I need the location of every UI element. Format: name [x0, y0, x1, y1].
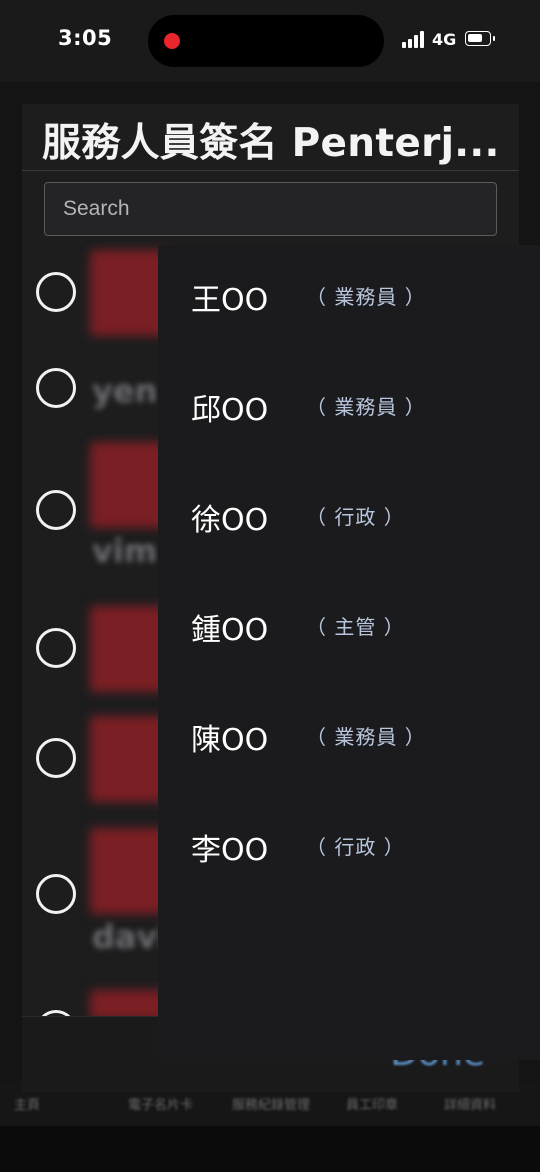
staff-name: 鍾OO: [191, 613, 269, 648]
title-divider: [22, 170, 519, 171]
select-radio[interactable]: [36, 628, 76, 668]
select-radio[interactable]: [36, 490, 76, 530]
staff-option[interactable]: 李OO （ 行政 ）: [158, 795, 540, 905]
dynamic-island: [148, 15, 384, 67]
tab-staff-seal[interactable]: 員工印章: [346, 1094, 398, 1113]
staff-option[interactable]: 王OO （ 業務員 ）: [158, 245, 540, 355]
staff-option[interactable]: 徐OO （ 行政 ）: [158, 465, 540, 575]
status-time: 3:05: [58, 26, 113, 50]
underlying-name: vim: [92, 532, 158, 570]
tab-business-card[interactable]: 電子名片卡: [128, 1094, 193, 1113]
select-radio[interactable]: [36, 874, 76, 914]
staff-role: （ 業務員 ）: [306, 285, 426, 309]
staff-picker-popup: 王OO （ 業務員 ） 邱OO （ 業務員 ） 徐OO （ 行政 ） 鍾OO （…: [158, 245, 540, 1060]
staff-option[interactable]: 鍾OO （ 主管 ）: [158, 575, 540, 685]
underlying-name: davi: [92, 918, 169, 956]
staff-role: （ 行政 ）: [306, 835, 405, 859]
battery-icon: [465, 31, 495, 46]
staff-name: 王OO: [191, 283, 269, 318]
search-box[interactable]: [44, 182, 497, 236]
staff-name: 陳OO: [191, 723, 269, 758]
modal-title: 服務人員簽名 Penterj...: [42, 121, 500, 166]
cellular-signal-icon: [402, 31, 428, 48]
select-radio[interactable]: [36, 368, 76, 408]
status-bar: 3:05 4G: [0, 0, 540, 82]
select-radio[interactable]: [36, 272, 76, 312]
staff-role: （ 行政 ）: [306, 505, 405, 529]
staff-role: （ 主管 ）: [306, 615, 405, 639]
tab-details[interactable]: 詳細資料: [444, 1094, 496, 1113]
staff-option[interactable]: 邱OO （ 業務員 ）: [158, 355, 540, 465]
staff-name: 徐OO: [191, 503, 269, 538]
search-input[interactable]: [45, 183, 496, 235]
home-indicator-area: [0, 1126, 540, 1172]
tab-home[interactable]: 主頁: [14, 1094, 40, 1113]
tab-service-records[interactable]: 服務紀錄管理: [232, 1094, 310, 1113]
staff-option[interactable]: 陳OO （ 業務員 ）: [158, 685, 540, 795]
select-radio[interactable]: [36, 738, 76, 778]
recording-indicator-icon: [164, 33, 180, 49]
staff-role: （ 業務員 ）: [306, 395, 426, 419]
staff-role: （ 業務員 ）: [306, 725, 426, 749]
network-type: 4G: [432, 30, 457, 49]
staff-name: 邱OO: [191, 393, 269, 428]
staff-name: 李OO: [191, 833, 269, 868]
underlying-name: yen: [92, 372, 158, 410]
